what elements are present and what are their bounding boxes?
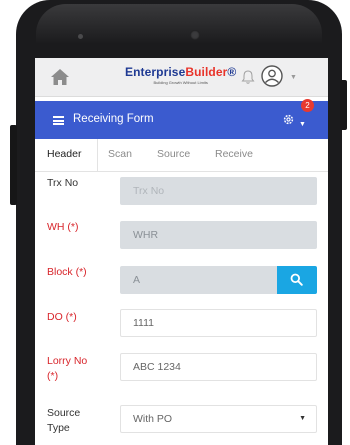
block-label: Block (*) [47, 266, 87, 278]
source-type-label: Source Type [47, 406, 80, 436]
lorry-no-label-line2: (*) [47, 370, 59, 382]
search-icon [290, 273, 303, 286]
wh-input[interactable]: WHR [120, 221, 317, 249]
do-input[interactable]: 1111 [120, 309, 317, 337]
block-input[interactable]: A [120, 266, 280, 294]
volume-button [10, 125, 17, 205]
do-value: 1111 [133, 317, 155, 329]
source-type-value: With PO [133, 413, 173, 425]
trx-no-placeholder: Trx No [133, 185, 165, 197]
form-header-bar: Receiving Form 2 ▼ [35, 99, 328, 139]
caret-down-icon: ▼ [299, 415, 306, 422]
wh-label: WH (*) [47, 221, 79, 233]
bell-icon[interactable] [241, 69, 255, 85]
lorry-no-label-line1: Lorry No [47, 355, 88, 367]
menu-icon[interactable] [53, 116, 64, 125]
top-app-bar: EnterpriseBuilder® Building Growth Witho… [35, 58, 328, 97]
wh-value: WHR [133, 229, 159, 241]
logo-tagline: Building Growth Without Limits [153, 80, 208, 85]
gear-icon[interactable] [282, 113, 295, 126]
logo-text-part2: Builder [185, 65, 228, 79]
enterprise-builder-logo: EnterpriseBuilder® Building Growth Witho… [125, 65, 236, 85]
trx-no-label: Trx No [47, 177, 79, 189]
user-icon[interactable] [261, 65, 283, 87]
front-sensor [78, 34, 83, 39]
lorry-no-label: Lorry No (*) [47, 354, 87, 384]
trx-no-input[interactable]: Trx No [120, 177, 317, 205]
tab-scan[interactable]: Scan [108, 148, 132, 160]
block-search-button[interactable] [277, 266, 317, 294]
home-icon[interactable] [49, 66, 71, 88]
form-tabs: Header Scan Source Receive [35, 139, 328, 172]
power-button [340, 80, 347, 130]
form-title: Receiving Form [73, 113, 154, 125]
tab-header[interactable]: Header [47, 148, 81, 160]
user-menu-caret-icon[interactable]: ▼ [290, 74, 297, 81]
tab-source[interactable]: Source [157, 148, 190, 160]
source-type-label-line2: Type [47, 422, 70, 434]
app-screen: EnterpriseBuilder® Building Growth Witho… [35, 58, 328, 445]
settings-caret-icon[interactable]: ▼ [299, 121, 306, 128]
do-label: DO (*) [47, 311, 77, 323]
source-type-label-line1: Source [47, 407, 81, 419]
lorry-no-value: ABC 1234 [133, 361, 181, 373]
notification-badge: 2 [301, 99, 314, 112]
source-type-select[interactable]: With PO ▼ [120, 405, 317, 433]
tab-receive[interactable]: Receive [215, 148, 253, 160]
logo-mark: ® [227, 65, 237, 79]
block-value: A [133, 274, 141, 286]
front-camera [190, 30, 200, 40]
lorry-no-input[interactable]: ABC 1234 [120, 353, 317, 381]
logo-text-part1: Enterprise [125, 65, 186, 79]
